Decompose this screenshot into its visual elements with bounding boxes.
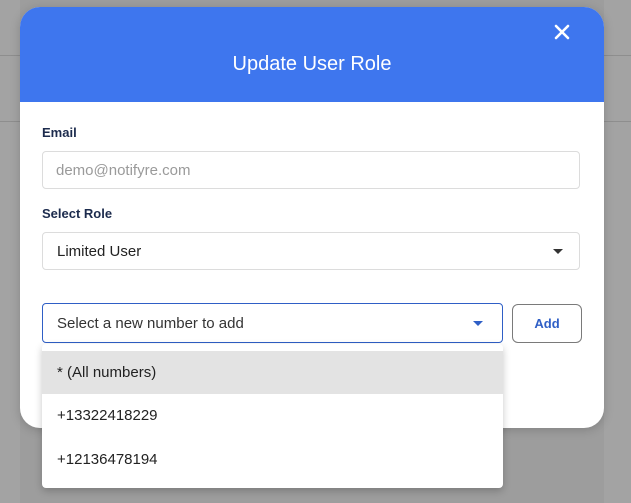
dialog-title: Update User Role bbox=[232, 53, 392, 75]
number-option[interactable]: +12136478194 bbox=[42, 438, 503, 481]
select-role-label: Select Role bbox=[42, 206, 113, 221]
chevron-down-icon bbox=[553, 249, 563, 254]
role-select-value: Limited User bbox=[57, 243, 142, 260]
role-select[interactable]: Limited User bbox=[42, 232, 580, 270]
number-dropdown-menu: * (All numbers) +13322418229 +1213647819… bbox=[42, 344, 503, 488]
number-option-all[interactable]: * (All numbers) bbox=[42, 351, 503, 394]
number-option[interactable]: +13322418229 bbox=[42, 394, 503, 437]
close-button[interactable] bbox=[550, 20, 574, 44]
background-page-right bbox=[604, 0, 631, 503]
number-select-placeholder: Select a new number to add bbox=[57, 315, 244, 332]
close-icon bbox=[554, 24, 570, 40]
chevron-down-icon bbox=[473, 321, 483, 326]
add-button[interactable]: Add bbox=[512, 304, 582, 343]
email-field-container bbox=[42, 151, 580, 189]
dialog-header: Update User Role bbox=[20, 7, 604, 102]
email-field[interactable] bbox=[43, 152, 579, 188]
background-page-left bbox=[0, 0, 20, 503]
email-label: Email bbox=[42, 125, 77, 140]
number-select[interactable]: Select a new number to add bbox=[42, 303, 503, 343]
